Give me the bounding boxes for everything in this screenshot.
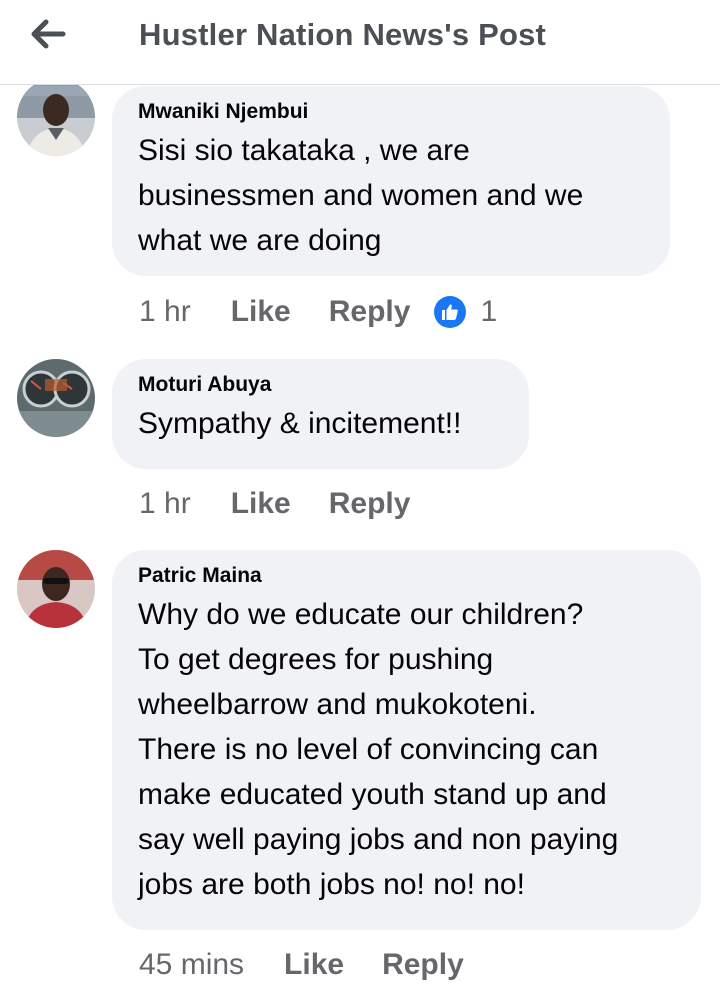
comment-text: Sisi sio takataka , we are businessmen a…: [138, 128, 644, 263]
comment-line: wheelbarrow and mukokoteni.: [138, 688, 537, 721]
comment-actions: 45 mins Like Reply: [139, 945, 502, 985]
comment-text: Why do we educate our children? To get d…: [138, 592, 675, 907]
comment-actions: 1 hr Like Reply: [139, 484, 448, 524]
comment-author[interactable]: Mwaniki Njembui: [138, 99, 644, 125]
reaction-count[interactable]: 1: [480, 295, 497, 329]
like-button[interactable]: Like: [284, 948, 344, 982]
post-comments-screen: Hustler Nation News's Post Mwaniki Njemb…: [0, 0, 720, 988]
comment-time[interactable]: 45 mins: [139, 948, 244, 982]
comment-line: what we are doing: [138, 224, 382, 257]
reply-button[interactable]: Reply: [382, 948, 464, 982]
thumbs-up-icon[interactable]: [434, 296, 467, 328]
comment-line: Sympathy & incitement!!: [138, 407, 462, 440]
page-title: Hustler Nation News's Post: [139, 17, 547, 52]
avatar[interactable]: [17, 359, 95, 437]
avatar[interactable]: [17, 78, 95, 156]
avatar[interactable]: [17, 550, 95, 628]
top-bar: Hustler Nation News's Post: [0, 0, 720, 85]
comment-time[interactable]: 1 hr: [139, 295, 191, 329]
like-button[interactable]: Like: [231, 295, 291, 329]
arrow-left-icon: [31, 19, 66, 49]
comment-line: businessmen and women and we: [138, 179, 584, 212]
back-button[interactable]: [24, 14, 72, 54]
comment-line: Why do we educate our children?: [138, 598, 584, 631]
comment-author[interactable]: Patric Maina: [138, 563, 675, 589]
comment-line: jobs are both jobs no! no! no!: [138, 868, 525, 901]
comment-line: make educated youth stand up and: [138, 778, 607, 811]
comment-actions: 1 hr Like Reply 1: [139, 292, 497, 332]
comment-bubble: Patric Maina Why do we educate our child…: [112, 550, 701, 930]
comment-bubble: Mwaniki Njembui Sisi sio takataka , we a…: [112, 86, 670, 276]
comment-line: Sisi sio takataka , we are: [138, 134, 470, 167]
comment-line: say well paying jobs and non paying: [138, 823, 619, 856]
reply-button[interactable]: Reply: [329, 487, 411, 521]
comment-line: There is no level of convincing can: [138, 733, 599, 766]
comment-author[interactable]: Moturi Abuya: [138, 372, 503, 398]
like-button[interactable]: Like: [231, 487, 291, 521]
comment-time[interactable]: 1 hr: [139, 487, 191, 521]
comment-text: Sympathy & incitement!!: [138, 401, 503, 446]
comment-line: To get degrees for pushing: [138, 643, 494, 676]
reply-button[interactable]: Reply: [329, 295, 411, 329]
comment-bubble: Moturi Abuya Sympathy & incitement!!: [112, 359, 529, 469]
